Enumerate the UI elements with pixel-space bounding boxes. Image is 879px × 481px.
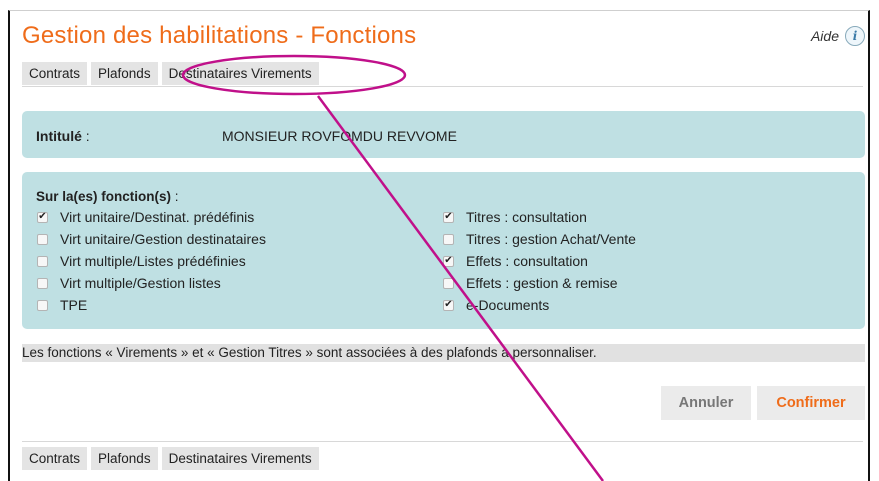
function-label: Titres : consultation [466,209,587,225]
help-label: Aide [810,28,839,44]
functions-title: Sur la(es) fonction(s) : [36,189,179,204]
checkbox[interactable] [37,277,48,289]
function-row[interactable]: TPE [37,294,266,316]
function-row[interactable]: Titres : gestion Achat/Vente [443,228,636,250]
function-label: Virt multiple/Listes prédéfinies [60,253,246,269]
checkbox[interactable] [37,233,48,245]
checkbox[interactable]: ✔ [443,255,454,267]
intitule-panel: Intitulé : MONSIEUR ROVFOMDU REVVOME [22,111,865,158]
checkbox[interactable] [443,233,454,245]
function-label: Virt multiple/Gestion listes [60,275,221,291]
function-row[interactable]: Virt multiple/Gestion listes [37,272,266,294]
tab-plafonds[interactable]: Plafonds [91,447,158,470]
function-label: Effets : consultation [466,253,588,269]
function-label: TPE [60,297,88,313]
checkbox[interactable]: ✔ [443,211,454,223]
function-row[interactable]: ✔ Virt unitaire/Destinat. prédéfinis [37,206,266,228]
page-title: Gestion des habilitations - Fonctions [22,22,417,49]
intitule-label: Intitulé : [36,128,90,144]
divider [22,441,863,442]
tab-destinataires-virements[interactable]: Destinataires Virements [161,62,319,85]
checkbox[interactable]: ✔ [443,299,454,311]
help-link[interactable]: Aide i [811,26,865,46]
function-row[interactable]: ✔ e-Documents [443,294,636,316]
function-row[interactable]: ✔ Titres : consultation [443,206,636,228]
confirm-button[interactable]: Confirmer [757,386,865,420]
plafonds-notice: Les fonctions « Virements » et « Gestion… [22,344,865,362]
checkbox[interactable] [37,299,48,311]
tab-contrats[interactable]: Contrats [22,447,88,470]
function-row[interactable]: ✔ Effets : consultation [443,250,636,272]
intitule-value: MONSIEUR ROVFOMDU REVVOME [222,128,457,144]
function-row[interactable]: Effets : gestion & remise [443,272,636,294]
tab-contrats[interactable]: Contrats [22,62,88,85]
checkbox[interactable] [443,277,454,289]
divider [22,86,863,87]
functions-right-column: ✔ Titres : consultation Titres : gestion … [443,206,636,316]
function-label: Effets : gestion & remise [466,275,618,291]
top-tabs: Contrats Plafonds Destinataires Virement… [22,62,319,85]
function-row[interactable]: Virt unitaire/Gestion destinataires [37,228,266,250]
function-row[interactable]: Virt multiple/Listes prédéfinies [37,250,266,272]
info-icon[interactable]: i [845,26,865,46]
bottom-tabs: Contrats Plafonds Destinataires Virement… [22,447,319,470]
function-label: Virt unitaire/Gestion destinataires [60,231,266,247]
functions-panel: Sur la(es) fonction(s) : ✔ Virt unitaire/… [22,172,865,329]
function-label: e-Documents [466,297,550,313]
functions-left-column: ✔ Virt unitaire/Destinat. prédéfinis Virt… [37,206,266,316]
checkbox[interactable] [37,255,48,267]
function-label: Virt unitaire/Destinat. prédéfinis [60,209,255,225]
tab-destinataires-virements[interactable]: Destinataires Virements [161,447,319,470]
checkbox[interactable]: ✔ [37,211,48,223]
function-label: Titres : gestion Achat/Vente [466,231,636,247]
cancel-button[interactable]: Annuler [661,386,751,420]
tab-plafonds[interactable]: Plafonds [91,62,158,85]
